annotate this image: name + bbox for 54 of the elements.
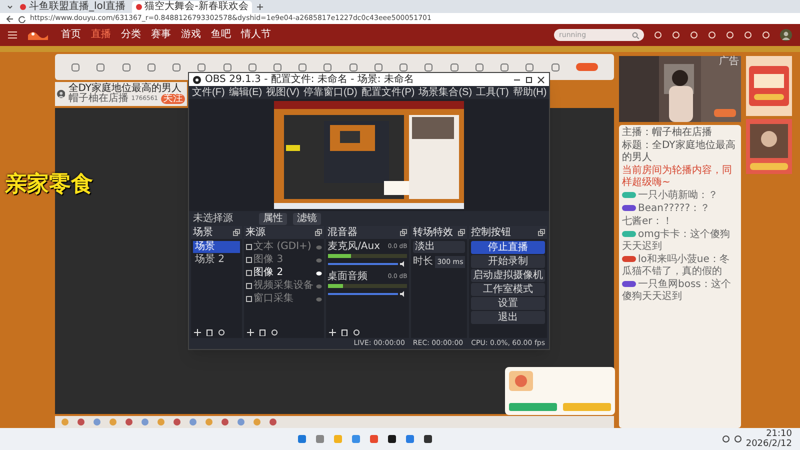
- source-item[interactable]: 图像 3: [254, 254, 314, 266]
- room-title: 全DY家庭地位最高的男人: [68, 84, 182, 94]
- clock-date[interactable]: 2026/2/12: [746, 439, 792, 449]
- source-item[interactable]: 文本 (GDI+): [254, 241, 314, 253]
- chat-message: Bean?????：？: [622, 203, 738, 215]
- channel-name: 桌面音频: [328, 271, 368, 283]
- toolbar-button[interactable]: 属性: [259, 212, 287, 224]
- dock-title: 来源: [246, 228, 266, 238]
- scene-item[interactable]: 场景: [193, 241, 240, 253]
- menu-item[interactable]: 编辑(E): [228, 88, 262, 98]
- streamer-name[interactable]: 帽子柚在店播: [68, 94, 128, 104]
- channel-name: 麦克风/Aux: [328, 241, 380, 253]
- selection-label: 未选择源: [193, 214, 234, 224]
- menu-item[interactable]: 停靠窗口(D): [303, 88, 358, 98]
- nav-link[interactable]: 情人节: [241, 30, 271, 40]
- chat-message: 七酱er：！: [622, 216, 674, 228]
- clock-time[interactable]: 21:10: [766, 429, 792, 439]
- control-button[interactable]: 设置: [471, 297, 545, 310]
- ad-label: 广告: [719, 57, 739, 67]
- dock-title: 场景: [193, 228, 213, 238]
- control-button[interactable]: 启动虚拟摄像机: [471, 269, 545, 282]
- field-label: 时长: [413, 256, 434, 268]
- menu-item[interactable]: 工具(T): [476, 88, 509, 98]
- source-item[interactable]: 窗口采集: [254, 293, 314, 305]
- room-info-text: 标题：全DY家庭地位最高的男人: [622, 140, 736, 164]
- window-title: OBS 29.1.3 - 配置文件: 未命名 - 场景: 未命名: [205, 74, 415, 84]
- nav-link[interactable]: 分类: [121, 30, 141, 40]
- transition-dropdown[interactable]: 淡出: [413, 241, 466, 253]
- control-button[interactable]: 工作室模式: [471, 283, 545, 296]
- room-info-text: 主播：帽子柚在店播: [622, 127, 713, 139]
- menu-item[interactable]: 视图(V): [266, 88, 300, 98]
- control-button[interactable]: 开始录制: [471, 255, 545, 268]
- browser-tab[interactable]: 猫空大舞会-新春联欢会: [132, 1, 252, 13]
- dock-title: 转场特效: [413, 228, 454, 238]
- nav-link[interactable]: 赛事: [151, 30, 171, 40]
- nav-link[interactable]: 游戏: [181, 30, 201, 40]
- toolbar-button[interactable]: 滤镜: [293, 212, 321, 224]
- menu-item[interactable]: 配置文件(P): [361, 88, 415, 98]
- nav-link[interactable]: 首页: [61, 30, 81, 40]
- chat-message: 一只鱼网boss：这个傻狗天天迟到: [622, 279, 732, 303]
- dock-title: 混音器: [328, 228, 358, 238]
- chat-message: lo和来吗小菠ue：冬瓜猫不错了，真的假的: [622, 254, 730, 278]
- chat-message: 一只小萌新呦：？: [622, 190, 738, 202]
- control-button[interactable]: 退出: [471, 311, 545, 324]
- system-notice: 当前房间为轮播内容，同样超级嗨~: [622, 165, 733, 189]
- control-button[interactable]: 停止直播: [471, 241, 545, 254]
- source-item[interactable]: 图像 2: [254, 267, 314, 279]
- dock-title: 控制按钮: [471, 228, 512, 238]
- menu-item[interactable]: 帮助(H): [512, 88, 547, 98]
- menu-item[interactable]: 场景集合(S): [418, 88, 472, 98]
- source-item[interactable]: 视频采集设备: [254, 280, 314, 292]
- nav-link[interactable]: 鱼吧: [211, 30, 231, 40]
- menu-item[interactable]: 文件(F): [192, 88, 225, 98]
- scene-item[interactable]: 场景 2: [193, 254, 240, 266]
